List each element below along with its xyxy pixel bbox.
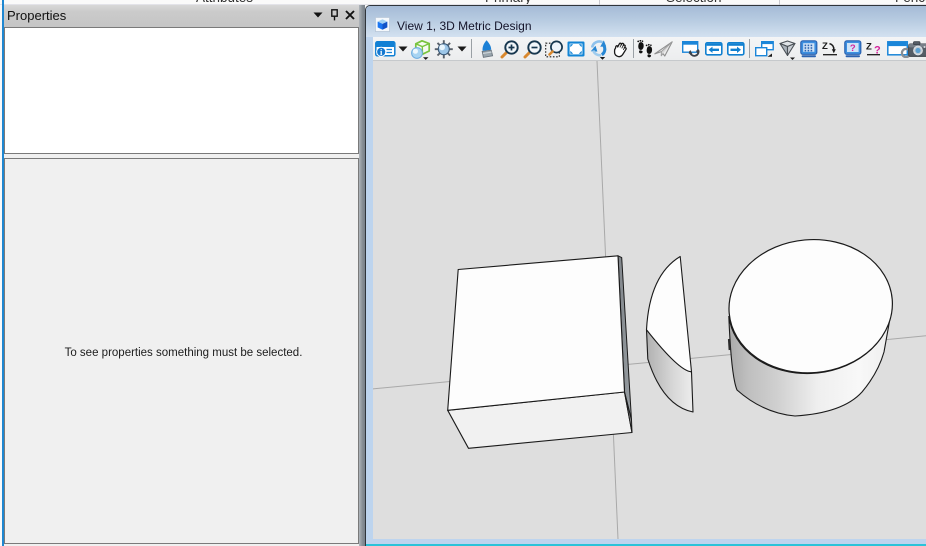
svg-text:?: ? [850,43,856,54]
svg-text:Z: Z [866,42,872,53]
svg-text:Z: Z [822,41,828,52]
